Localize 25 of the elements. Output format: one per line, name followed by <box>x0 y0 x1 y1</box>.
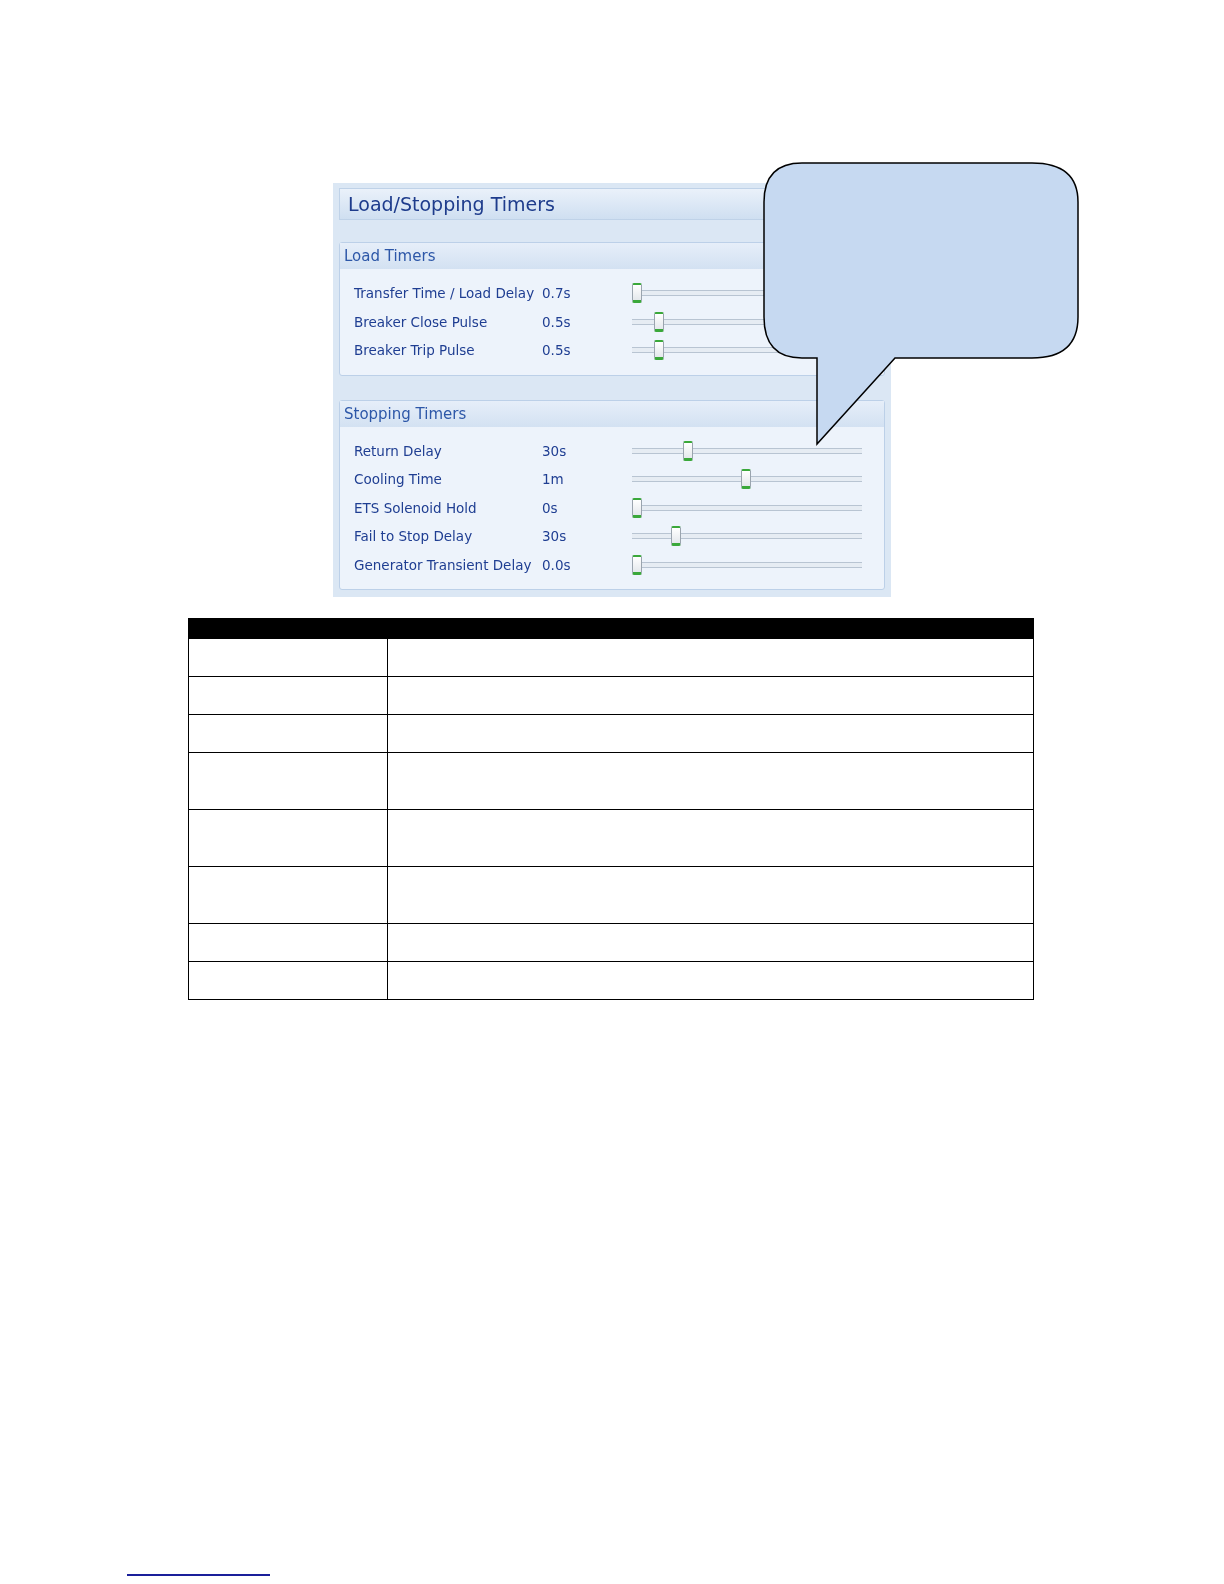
setting-label: Breaker Trip Pulse <box>354 342 476 359</box>
setting-value: 0.0s <box>542 556 572 573</box>
setting-value: 0s <box>542 499 559 516</box>
slider-thumb[interactable] <box>653 340 664 361</box>
setting-label: Transfer Time / Load Delay <box>354 285 536 302</box>
setting-value: 0.7s <box>542 285 572 302</box>
slider-thumb[interactable] <box>632 283 642 304</box>
group-title: Stopping Timers <box>340 400 884 427</box>
slider-thumb[interactable] <box>741 469 751 490</box>
setting-label: Fail to Stop Delay <box>354 528 474 545</box>
setting-value: 0.5s <box>542 342 572 359</box>
setting-label: Cooling Time <box>354 471 443 488</box>
slider-thumb[interactable] <box>632 554 642 575</box>
setting-label: Generator Transient Delay <box>354 556 533 573</box>
setting-value: 30s <box>542 528 568 545</box>
setting-value: 30s <box>542 442 568 459</box>
setting-value: 1m <box>542 471 565 488</box>
setting-value: 0.5s <box>542 313 572 330</box>
setting-label: Return Delay <box>354 442 443 459</box>
slider-thumb[interactable] <box>683 440 694 461</box>
slider-thumb[interactable] <box>671 526 682 547</box>
slider-thumb[interactable] <box>632 497 642 518</box>
setting-label: ETS Solenoid Hold <box>354 499 478 516</box>
setting-label: Breaker Close Pulse <box>354 313 489 330</box>
slider-thumb[interactable] <box>653 311 664 332</box>
